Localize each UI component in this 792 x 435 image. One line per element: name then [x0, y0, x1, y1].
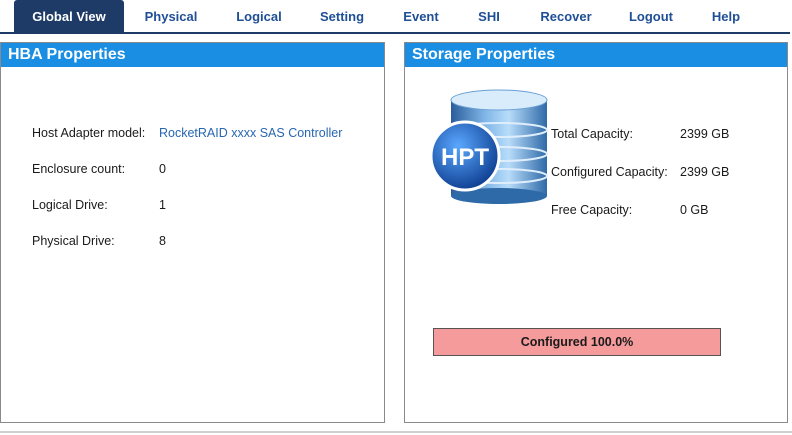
tab-help[interactable]: Help — [700, 0, 752, 32]
enclosure-count-label: Enclosure count: — [32, 162, 126, 176]
bottom-divider — [0, 431, 792, 433]
total-capacity-value: 2399 GB — [680, 127, 730, 141]
host-adapter-model-label: Host Adapter model: — [32, 126, 146, 140]
storage-properties-title: Storage Properties — [405, 43, 787, 67]
hpt-logo-text: HPT — [441, 144, 489, 171]
logical-drive-value: 1 — [159, 198, 166, 212]
tab-logical[interactable]: Logical — [226, 0, 292, 32]
configured-capacity-label: Configured Capacity: — [551, 165, 668, 179]
configured-progress-label: Configured 100.0% — [520, 335, 634, 349]
configured-progress-bar: Configured 100.0% — [433, 328, 721, 356]
physical-drive-value: 8 — [159, 234, 166, 248]
configured-capacity-value: 2399 GB — [680, 165, 730, 179]
tab-global-view[interactable]: Global View — [14, 0, 124, 32]
host-adapter-model-value[interactable]: RocketRAID xxxx SAS Controller — [159, 126, 342, 140]
hba-properties-panel: HBA Properties Host Adapter model: Rocke… — [0, 42, 385, 423]
tab-shi[interactable]: SHI — [466, 0, 512, 32]
tab-setting[interactable]: Setting — [310, 0, 374, 32]
tab-physical[interactable]: Physical — [136, 0, 206, 32]
free-capacity-label: Free Capacity: — [551, 203, 633, 217]
logical-drive-label: Logical Drive: — [32, 198, 108, 212]
top-nav: Global View Physical Logical Setting Eve… — [0, 0, 790, 34]
enclosure-count-value: 0 — [159, 162, 166, 176]
free-capacity-value: 0 GB — [680, 203, 709, 217]
tab-logout[interactable]: Logout — [620, 0, 682, 32]
physical-drive-label: Physical Drive: — [32, 234, 115, 248]
tab-event[interactable]: Event — [394, 0, 448, 32]
total-capacity-label: Total Capacity: — [551, 127, 633, 141]
tab-recover[interactable]: Recover — [530, 0, 602, 32]
hba-properties-title: HBA Properties — [1, 43, 384, 67]
storage-properties-panel: Storage Properties HPT Total Capacity: 2… — [404, 42, 788, 423]
database-icon: HPT — [429, 89, 548, 204]
